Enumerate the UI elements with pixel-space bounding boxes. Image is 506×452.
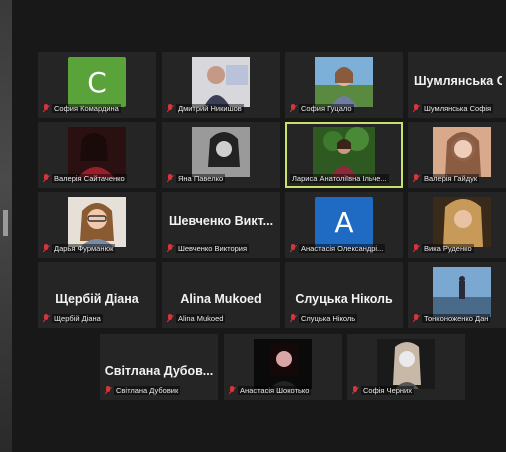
muted-mic-icon [43, 174, 49, 182]
participant-tile[interactable]: Шумлянська С Шумлянська Софія [408, 52, 506, 118]
muted-mic-icon [413, 244, 419, 252]
participant-name: Софія Черних [361, 385, 414, 395]
participant-tile[interactable]: Щербій Діана Щербій Діана [38, 262, 156, 328]
participant-display-name: Alina Mukoed [180, 292, 262, 306]
participant-name: Яна Павелко [176, 173, 226, 183]
participant-display-name: Шевченко Викт... [168, 214, 274, 228]
muted-mic-icon [413, 104, 419, 112]
muted-mic-icon [105, 386, 111, 394]
participant-name: Анастасія Олександрі... [299, 243, 386, 253]
muted-mic-icon [352, 386, 358, 394]
participant-name: Шумлянська Софія [422, 103, 494, 113]
participant-name: Слуцька Ніколь [299, 313, 358, 323]
participant-tile[interactable]: Валерія Гайдук [408, 122, 506, 188]
avatar: A [315, 197, 373, 247]
video-feed [313, 127, 375, 177]
left-window-edge [0, 0, 12, 452]
participant-name: Alina Mukoed [176, 313, 226, 323]
participant-name: Дарья Фурманюк [52, 243, 116, 253]
participant-tile[interactable]: C София Комардина [38, 52, 156, 118]
participant-name: Анастасія Шокотько [238, 385, 312, 395]
muted-mic-icon [290, 314, 296, 322]
participant-tile[interactable]: Слуцька Ніколь Слуцька Ніколь [285, 262, 403, 328]
participant-name: Вика Руденко [422, 243, 474, 253]
participant-display-name: Шумлянська С [414, 74, 502, 88]
muted-mic-icon [43, 104, 49, 112]
muted-mic-icon [413, 174, 419, 182]
video-feed [432, 127, 491, 177]
avatar-letter: A [334, 205, 354, 239]
participant-tile[interactable]: A Анастасія Олександрі... [285, 192, 403, 258]
participant-name: Лариса Анатоліївна Ільче... [290, 173, 389, 183]
participant-tile[interactable]: Вика Руденко [408, 192, 506, 258]
muted-mic-icon [413, 314, 419, 322]
video-feed [192, 127, 250, 177]
muted-mic-icon [43, 314, 49, 322]
participant-tile[interactable]: Світлана Дубов... Світлана Дубовик [100, 334, 218, 400]
participant-name: София Гуцало [299, 103, 354, 113]
avatar-letter: C [87, 65, 107, 99]
muted-mic-icon [290, 104, 296, 112]
resize-handle[interactable] [3, 210, 8, 236]
participant-name: Світлана Дубовик [114, 385, 181, 395]
participant-tile[interactable]: Валерія Сайтаченко [38, 122, 156, 188]
muted-mic-icon [167, 104, 173, 112]
participant-name: Тонконоженко Дан [422, 313, 491, 323]
avatar: C [68, 57, 126, 107]
muted-mic-icon [229, 386, 235, 394]
participant-tile[interactable]: Дмитрий Никишов [162, 52, 280, 118]
participant-display-name: Слуцька Ніколь [295, 292, 393, 306]
video-feed [432, 197, 491, 247]
participant-name: Валерія Сайтаченко [52, 173, 127, 183]
muted-mic-icon [167, 314, 173, 322]
participant-tile[interactable]: Яна Павелко [162, 122, 280, 188]
participant-name: Валерія Гайдук [422, 173, 480, 183]
video-feed [192, 57, 250, 107]
video-feed [315, 57, 373, 107]
muted-mic-icon [167, 174, 173, 182]
participant-tile-active-speaker[interactable]: Лариса Анатоліївна Ільче... [285, 122, 403, 188]
participant-tile[interactable]: Alina Mukoed Alina Mukoed [162, 262, 280, 328]
participant-tile[interactable]: София Гуцало [285, 52, 403, 118]
participant-name: Шевченко Виктория [176, 243, 250, 253]
participant-tile[interactable]: Тонконоженко Дан [408, 262, 506, 328]
muted-mic-icon [167, 244, 173, 252]
participant-name: София Комардина [52, 103, 121, 113]
video-feed [68, 197, 126, 247]
muted-mic-icon [43, 244, 49, 252]
participant-display-name: Світлана Дубов... [104, 364, 214, 378]
participant-name: Щербій Діана [52, 313, 103, 323]
participant-tile[interactable]: Дарья Фурманюк [38, 192, 156, 258]
participant-name: Дмитрий Никишов [176, 103, 244, 113]
participant-tile[interactable]: Софія Черних [347, 334, 465, 400]
participant-display-name: Щербій Діана [55, 292, 139, 306]
video-feed [377, 339, 435, 389]
video-feed [432, 267, 491, 317]
muted-mic-icon [290, 244, 296, 252]
video-feed [68, 127, 126, 177]
participant-tile[interactable]: Шевченко Викт... Шевченко Виктория [162, 192, 280, 258]
video-feed [254, 339, 312, 389]
participant-tile[interactable]: Анастасія Шокотько [224, 334, 342, 400]
